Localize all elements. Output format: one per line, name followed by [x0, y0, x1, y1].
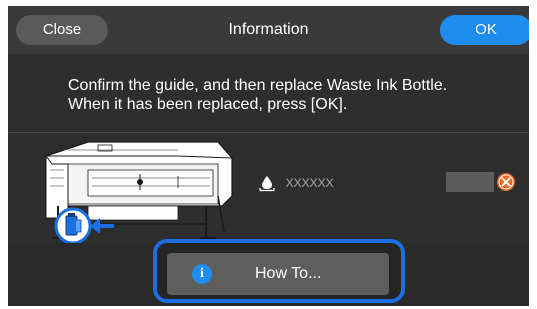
error-x-icon: [497, 173, 515, 191]
ok-button[interactable]: OK: [440, 15, 529, 45]
how-to-button[interactable]: i How To...: [167, 253, 389, 295]
how-to-label: How To...: [255, 265, 322, 282]
instruction-line-1: Confirm the guide, and then replace Wast…: [68, 77, 448, 94]
waste-ink-status: XXXXXX: [258, 172, 334, 192]
page-title: Information: [228, 21, 309, 38]
ink-level-bar: [446, 172, 494, 192]
dialog-screen: Close Information OK Confirm the guide, …: [8, 6, 529, 306]
printer-illustration: [45, 141, 233, 245]
title-bar: Close Information OK: [8, 6, 529, 54]
info-icon: i: [192, 264, 212, 284]
divider: [8, 132, 529, 133]
instruction-line-2: When it has been replaced, press [OK].: [68, 96, 348, 113]
model-code: XXXXXX: [285, 175, 334, 190]
instruction-message: Confirm the guide, and then replace Wast…: [68, 76, 518, 114]
ink-drop-icon: [259, 175, 275, 191]
close-button[interactable]: Close: [16, 15, 108, 45]
